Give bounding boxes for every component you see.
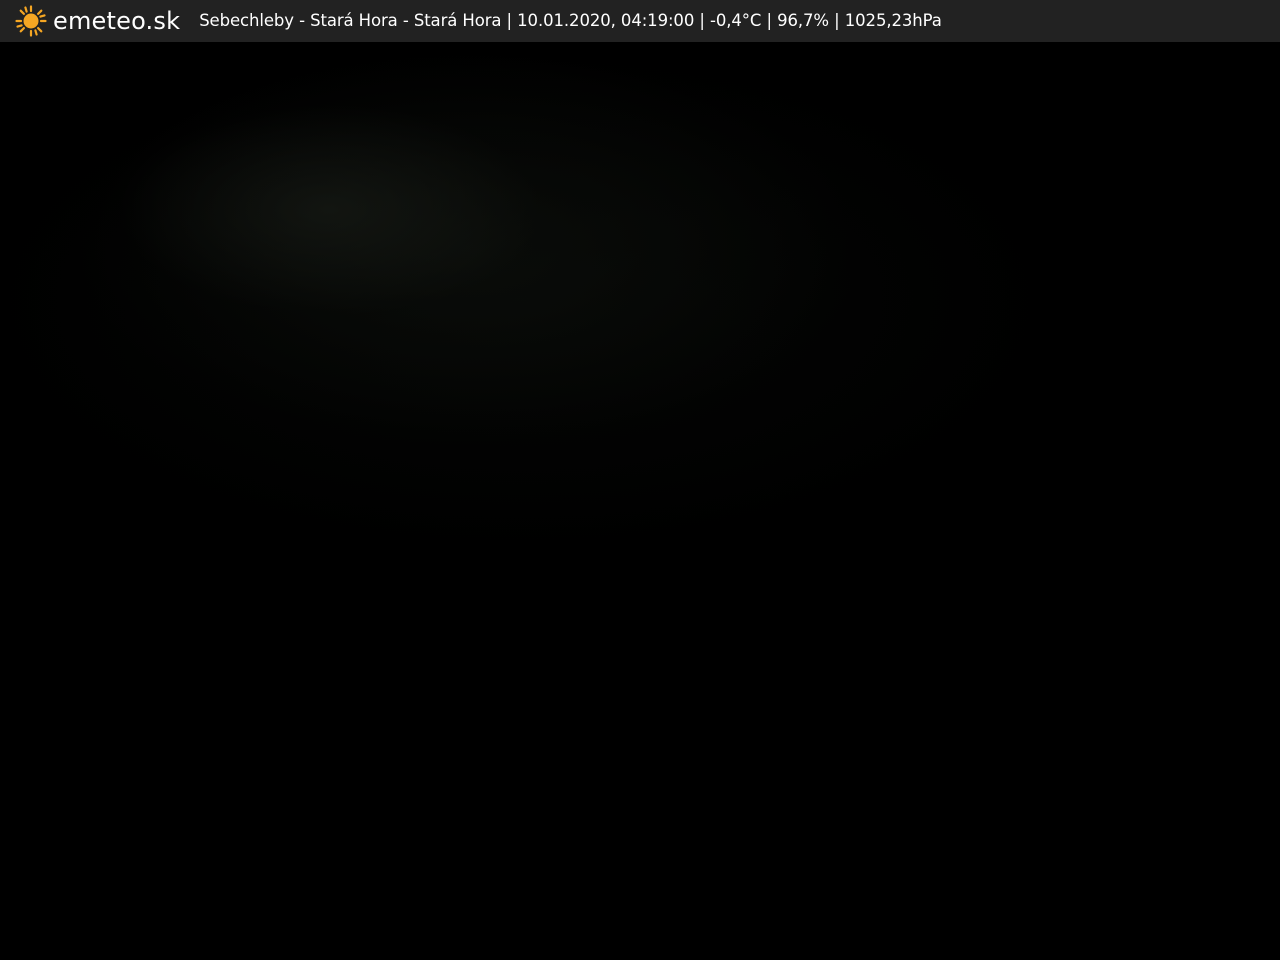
- webcam-night-image: [0, 0, 1280, 960]
- webcam-frame: emeteo.sk Sebechleby - Stará Hora - Star…: [0, 0, 1280, 960]
- sun-icon: [15, 5, 47, 37]
- brand-logo-text: emeteo.sk: [53, 7, 181, 35]
- station-readout: Sebechleby - Stará Hora - Stará Hora | 1…: [199, 11, 942, 30]
- info-overlay-bar: emeteo.sk Sebechleby - Stará Hora - Star…: [0, 0, 1280, 42]
